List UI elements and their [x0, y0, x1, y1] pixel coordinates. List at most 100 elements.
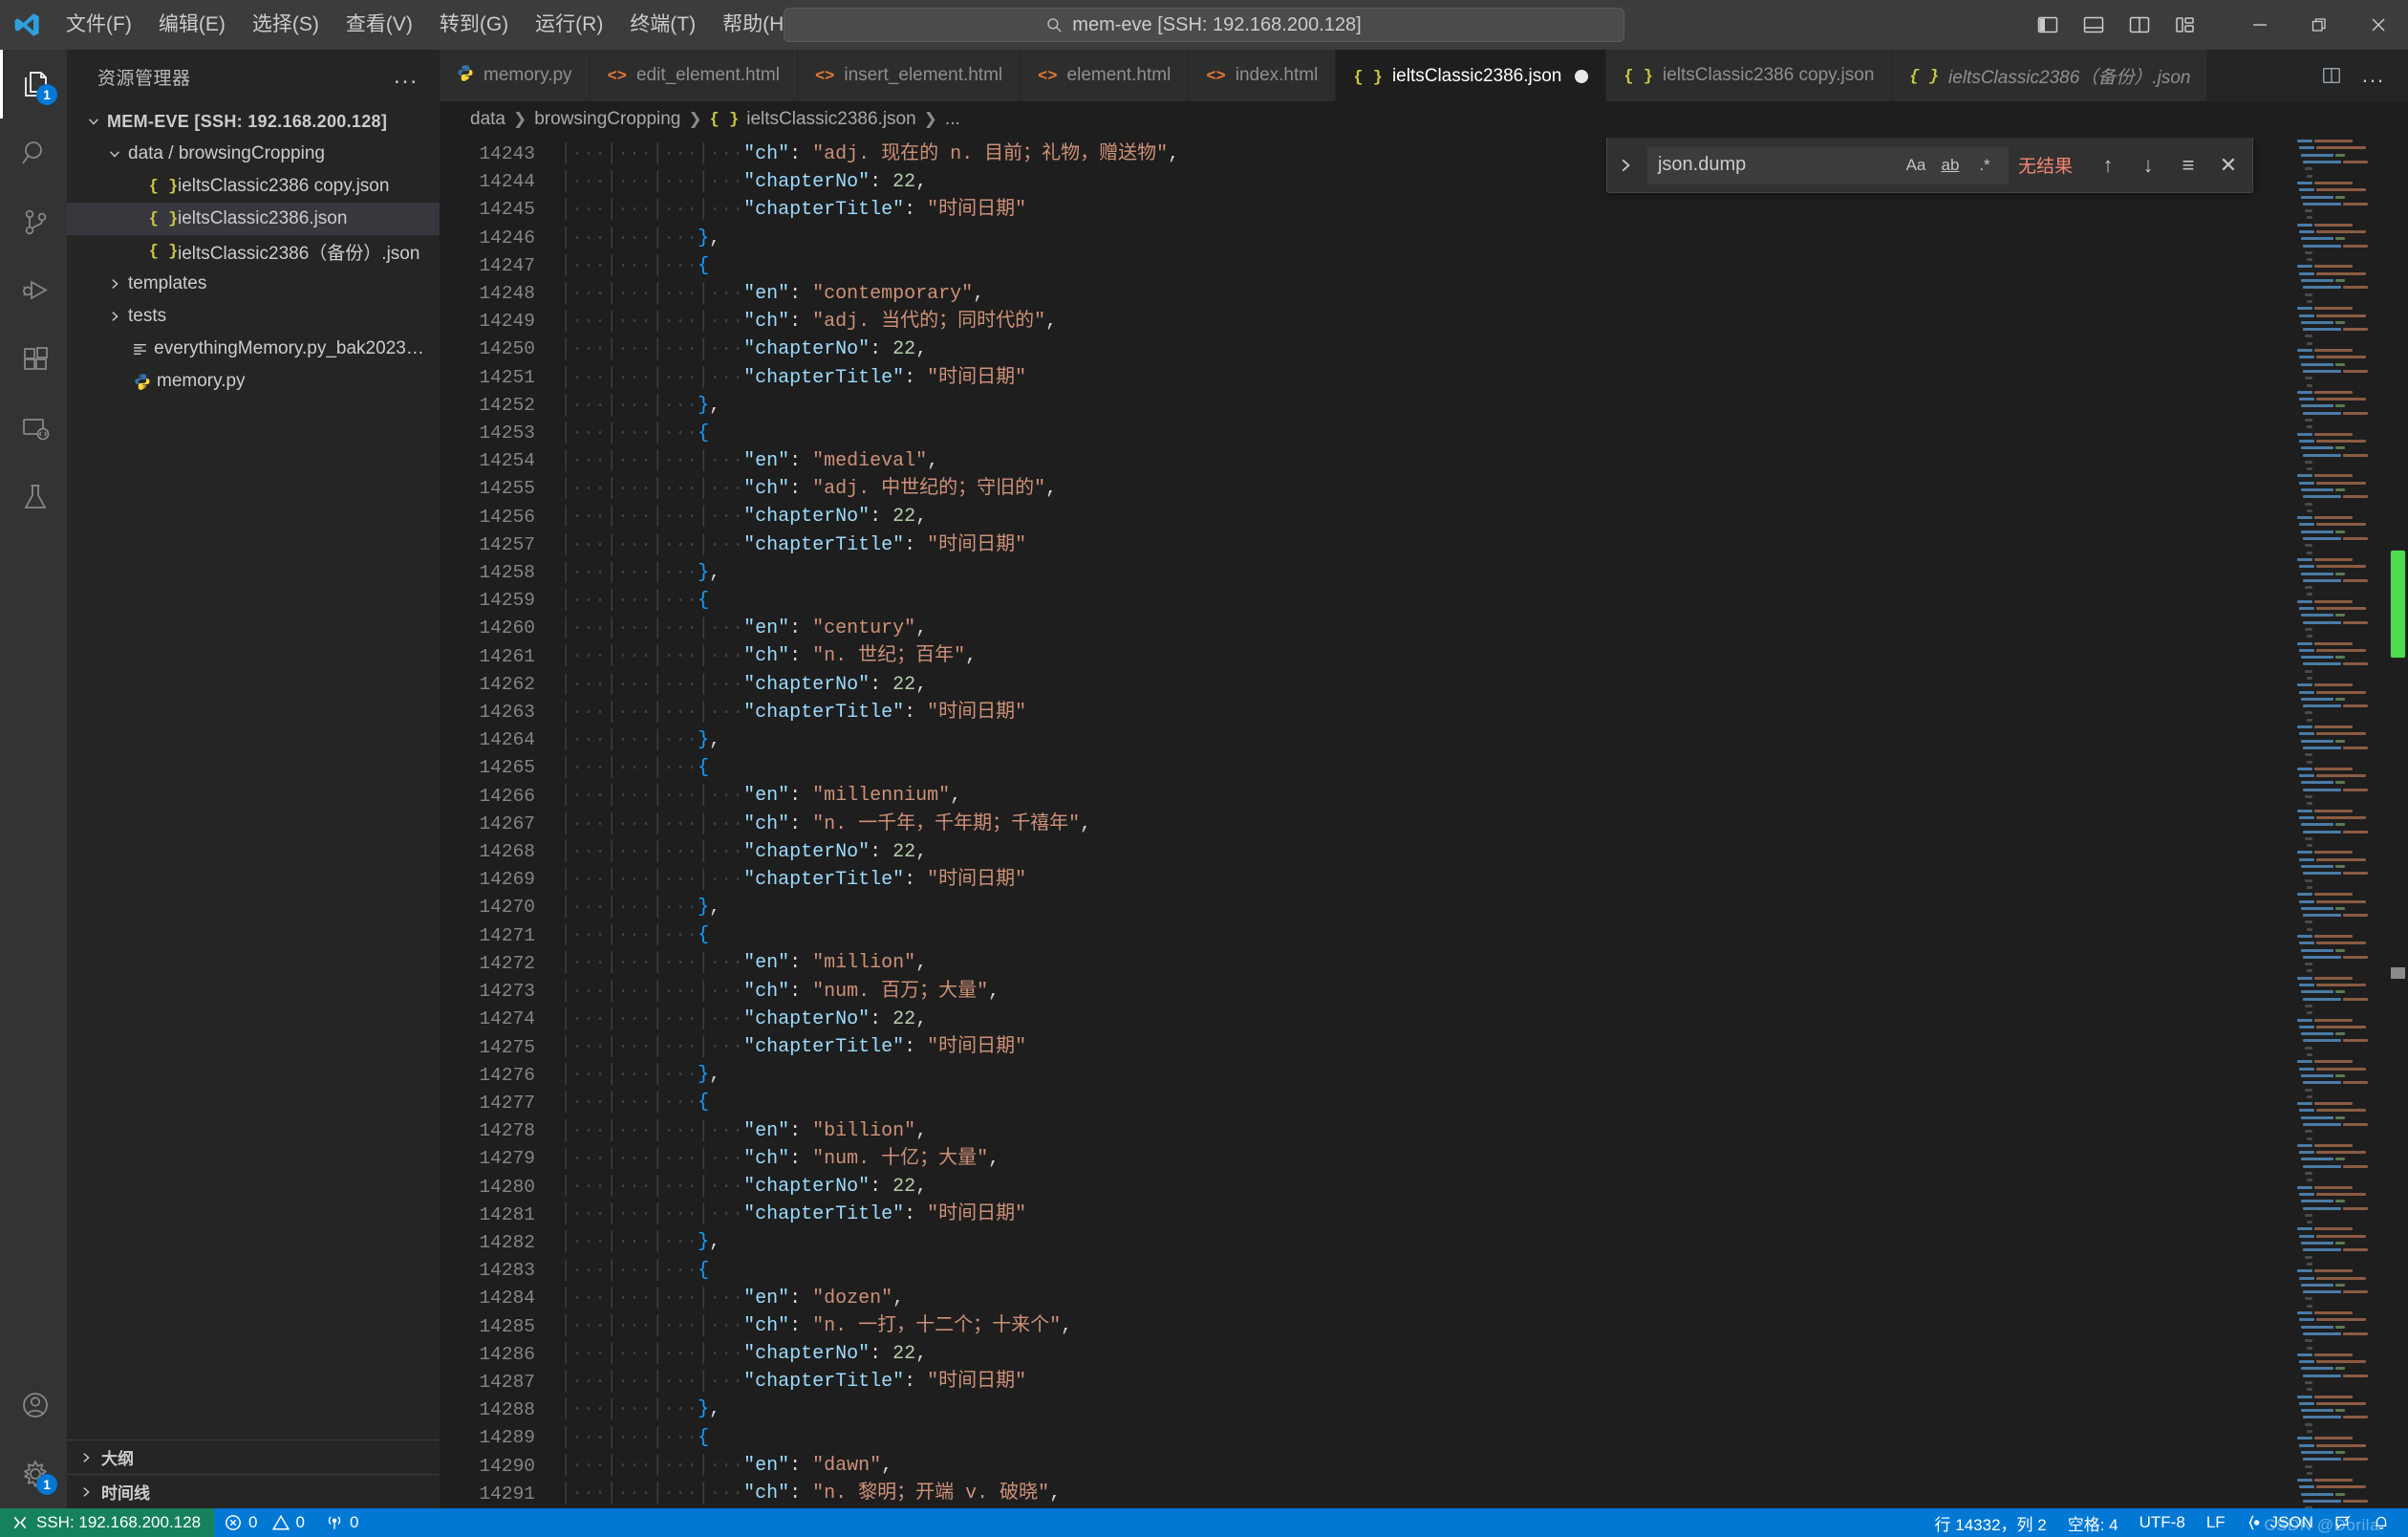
code-line[interactable]: │···│···│···│···"chapterTitle": "时间日期"	[560, 866, 2282, 894]
status-notifications[interactable]	[2362, 1508, 2400, 1537]
minimap[interactable]	[2282, 138, 2408, 1508]
code-line[interactable]: │···│···│···│···"chapterNo": 22,	[560, 1006, 2282, 1033]
code-line[interactable]: │···│···│···},	[560, 392, 2282, 420]
status-language-mode[interactable]: JSON	[2236, 1508, 2324, 1537]
editor-scrollbar[interactable]	[2387, 138, 2408, 1508]
editor-tab[interactable]: memory.py	[440, 50, 591, 101]
code-line[interactable]: │···│···│···{	[560, 252, 2282, 280]
editor-tab[interactable]: { } ieltsClassic2386.json	[1336, 50, 1607, 101]
tree-row[interactable]: data / browsingCropping	[67, 138, 440, 170]
code-line[interactable]: │···│···│···│···"ch": "n. 世纪；百年",	[560, 642, 2282, 670]
code-line[interactable]: │···│···│···{	[560, 1257, 2282, 1285]
activity-testing[interactable]	[0, 463, 67, 531]
breadcrumb-item[interactable]: ...	[945, 109, 960, 130]
restore-button[interactable]	[2290, 0, 2349, 50]
tree-row[interactable]: { } ieltsClassic2386.json	[67, 203, 440, 235]
code-line[interactable]: │···│···│···│···"en": "billion",	[560, 1117, 2282, 1145]
sidebar-more-actions-icon[interactable]: ...	[384, 63, 428, 90]
editor-tab[interactable]: <> element.html	[1021, 50, 1190, 101]
status-cursor-position[interactable]: 行 14332，列 2	[1924, 1508, 2057, 1537]
menu-item-0[interactable]: 文件(F)	[54, 8, 144, 41]
menu-item-5[interactable]: 运行(R)	[523, 8, 615, 41]
whole-word-icon[interactable]: ab	[1937, 156, 1964, 175]
code-line[interactable]: │···│···│···},	[560, 894, 2282, 921]
breadcrumb-item[interactable]: browsingCropping	[534, 109, 680, 130]
menu-item-6[interactable]: 终端(T)	[617, 8, 708, 41]
activity-accounts[interactable]	[0, 1371, 67, 1440]
regex-icon[interactable]: .*	[1971, 156, 1998, 175]
activity-source-control[interactable]	[0, 187, 67, 256]
toggle-primary-sidebar-icon[interactable]	[2028, 6, 2068, 44]
timeline-panel-header[interactable]: 时间线	[67, 1474, 440, 1508]
tree-row[interactable]: tests	[67, 300, 440, 333]
code-line[interactable]: │···│···│···│···"en": "millennium",	[560, 782, 2282, 810]
code-line[interactable]: │···│···│···{	[560, 420, 2282, 447]
editor-tab[interactable]: <> insert_element.html	[797, 50, 1021, 101]
scrollbar-thumb[interactable]	[2391, 551, 2405, 658]
status-ports[interactable]: 0	[315, 1508, 369, 1537]
menu-item-4[interactable]: 转到(G)	[427, 8, 521, 41]
find-input[interactable]: json.dump Aa ab .*	[1646, 145, 2009, 184]
code-line[interactable]: │···│···│···│···"ch": "n. 一打，十二个；十来个",	[560, 1312, 2282, 1340]
tree-row[interactable]: templates	[67, 268, 440, 300]
toggle-secondary-sidebar-icon[interactable]	[2119, 6, 2160, 44]
code-line[interactable]: │···│···│···},	[560, 1061, 2282, 1089]
code-line[interactable]: │···│···│···│···"chapterTitle": "时间日期"	[560, 531, 2282, 559]
code-line[interactable]: │···│···│···│···"chapterNo": 22,	[560, 1340, 2282, 1368]
breadcrumb-item[interactable]: data	[470, 109, 505, 130]
minimize-button[interactable]	[2230, 0, 2290, 50]
code-line[interactable]: │···│···│···{	[560, 754, 2282, 782]
status-feedback[interactable]	[2324, 1508, 2362, 1537]
code-line[interactable]: │···│···│···│···"chapterNo": 22,	[560, 838, 2282, 866]
editor-tab[interactable]: { } ieltsClassic2386 copy.json	[1606, 50, 1893, 101]
toggle-panel-icon[interactable]	[2074, 6, 2114, 44]
unsaved-indicator-icon[interactable]	[1575, 69, 1589, 83]
code-line[interactable]: │···│···│···│···"ch": "num. 百万；大量",	[560, 978, 2282, 1006]
code-line[interactable]: │···│···│···│···"chapterTitle": "时间日期"	[560, 1033, 2282, 1061]
code-line[interactable]: │···│···│···│···"ch": "adj. 当代的；同时代的",	[560, 308, 2282, 336]
code-line[interactable]: │···│···│···│···"chapterTitle": "时间日期"	[560, 1368, 2282, 1396]
code-line[interactable]: │···│···│···{	[560, 1089, 2282, 1116]
activity-remote-explorer[interactable]	[0, 394, 67, 463]
editor-tab[interactable]: <> index.html	[1189, 50, 1337, 101]
code-line[interactable]: │···│···│···│···"en": "million",	[560, 949, 2282, 977]
activity-extensions[interactable]	[0, 325, 67, 394]
code-line[interactable]: │···│···│···│···"chapterNo": 22,	[560, 336, 2282, 363]
code-line[interactable]: │···│···│···{	[560, 1424, 2282, 1452]
menu-item-1[interactable]: 编辑(E)	[146, 8, 238, 41]
code-line[interactable]: │···│···│···│···"chapterTitle": "时间日期"	[560, 196, 2282, 224]
code-line[interactable]: │···│···│···│···"en": "dawn",	[560, 1452, 2282, 1480]
activity-run-and-debug[interactable]	[0, 256, 67, 325]
activity-manage-settings[interactable]: 1	[0, 1440, 67, 1508]
command-center[interactable]: mem-eve [SSH: 192.168.200.128]	[784, 8, 1624, 42]
tree-row[interactable]: { } ieltsClassic2386 copy.json	[67, 170, 440, 203]
match-case-icon[interactable]: Aa	[1903, 156, 1929, 175]
code-viewport[interactable]: 14243 14244 14245 14246 14247 14248 14249 14250…	[440, 138, 2282, 1508]
find-previous-icon[interactable]: ↑	[2096, 153, 2120, 178]
code-line[interactable]: │···│···│···},	[560, 225, 2282, 252]
split-editor-icon[interactable]	[2312, 56, 2351, 95]
find-next-icon[interactable]: ↓	[2136, 153, 2161, 178]
code-line[interactable]: │···│···│···│···"en": "contemporary",	[560, 280, 2282, 308]
tree-row[interactable]: memory.py	[67, 365, 440, 398]
code-line[interactable]: │···│···│···│···"ch": "n. 一千年，千年期；千禧年",	[560, 811, 2282, 838]
status-indentation[interactable]: 空格: 4	[2057, 1508, 2129, 1537]
close-find-icon[interactable]: ✕	[2216, 153, 2241, 178]
menu-item-3[interactable]: 查看(V)	[333, 8, 425, 41]
code-line[interactable]: │···│···│···│···"en": "century",	[560, 615, 2282, 642]
code-line[interactable]: │···│···│···│···"ch": "adj. 中世纪的；守旧的",	[560, 475, 2282, 503]
find-in-selection-icon[interactable]: ≡	[2176, 153, 2201, 178]
status-eol[interactable]: LF	[2196, 1508, 2236, 1537]
code-line[interactable]: │···│···│···│···"chapterTitle": "时间日期"	[560, 364, 2282, 392]
code-line[interactable]: │···│···│···│···"chapterNo": 22,	[560, 671, 2282, 699]
toggle-replace-icon[interactable]	[1613, 157, 1638, 174]
code-line[interactable]: │···│···│···{	[560, 921, 2282, 949]
editor-more-actions-icon[interactable]: ...	[2354, 56, 2393, 95]
code-line[interactable]: │···│···│···│···"chapterTitle": "时间日期"	[560, 699, 2282, 726]
close-button[interactable]	[2349, 0, 2408, 50]
outline-panel-header[interactable]: 大纲	[67, 1440, 440, 1474]
code-line[interactable]: │···│···│···│···"chapterNo": 22,	[560, 1173, 2282, 1201]
code-content[interactable]: │···│···│···│···"ch": "adj. 现在的 n. 目前；礼物…	[552, 138, 2282, 1508]
tree-row[interactable]: { } ieltsClassic2386（备份）.json	[67, 235, 440, 268]
code-line[interactable]: │···│···│···{	[560, 587, 2282, 615]
